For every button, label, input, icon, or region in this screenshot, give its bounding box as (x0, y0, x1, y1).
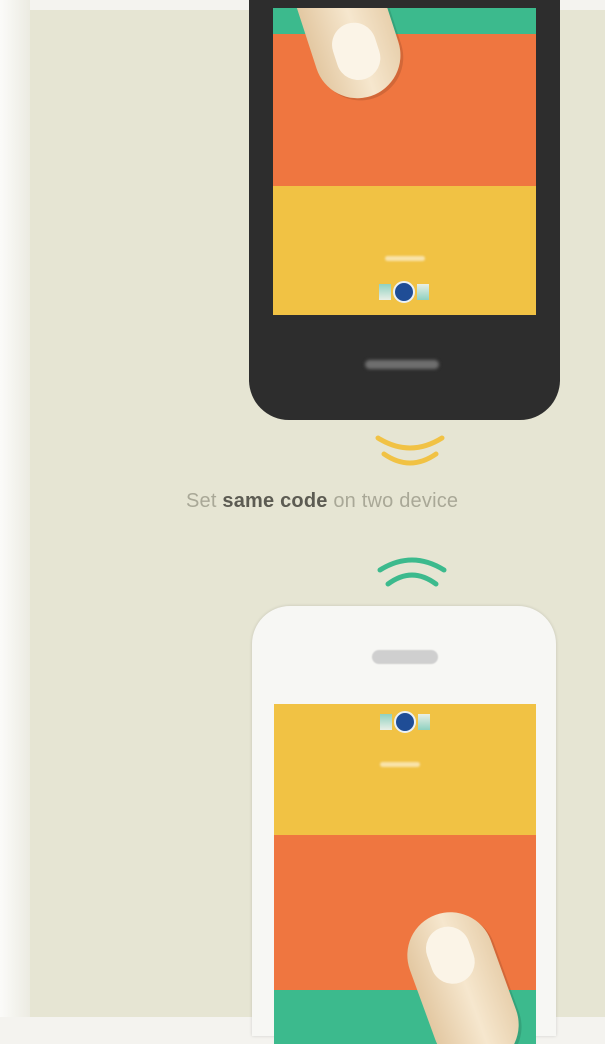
code-dot-icon (372, 280, 436, 304)
signal-waves-up-icon (377, 557, 447, 587)
caption-emphasis: same code (222, 490, 328, 512)
left-edge (0, 0, 30, 1017)
top-phone-screen (273, 8, 536, 315)
top-phone (249, 0, 560, 420)
phone-speaker (372, 650, 438, 664)
screen-faint-text (380, 762, 420, 767)
bottom-phone-screen (274, 704, 536, 1044)
instruction-caption: Set same code on two device (186, 490, 605, 513)
caption-suffix: on two device (327, 490, 459, 512)
caption-prefix: Set (186, 490, 223, 512)
screen-faint-text (385, 256, 425, 261)
signal-waves-down-icon (375, 435, 445, 466)
home-button (365, 360, 439, 369)
bottom-phone (252, 606, 556, 1044)
code-dot-icon (373, 710, 437, 734)
